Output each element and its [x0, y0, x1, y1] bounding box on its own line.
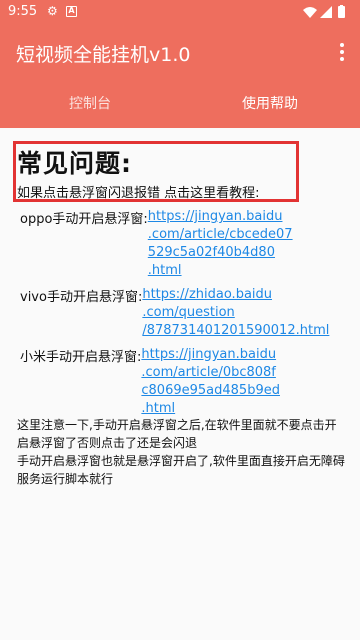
list-item-oppo: oppo手动开启悬浮窗: https://jingyan.baidu .com/… [20, 208, 293, 280]
battery-icon [338, 6, 345, 18]
a-box-icon: A [66, 6, 77, 17]
status-time: 9:55 [8, 4, 38, 19]
xiaomi-label: 小米手动开启悬浮窗: [20, 350, 142, 365]
note-2: 手动开启悬浮窗也就是悬浮窗开启了,软件里面直接开启无障碍服务运行脚本就行 [17, 454, 345, 486]
xiaomi-link[interactable]: https://jingyan.baidu .com/article/0bc80… [141, 346, 280, 418]
app-title: 短视频全能挂机v1.0 [16, 44, 191, 66]
list-item-xiaomi: 小米手动开启悬浮窗: https://jingyan.baidu .com/ar… [20, 346, 280, 418]
more-vert-icon[interactable] [340, 43, 344, 61]
help-content: 常见问题: 如果点击悬浮窗闪退报错 点击这里看教程: oppo手动开启悬浮窗: … [0, 128, 360, 640]
app-bar: 短视频全能挂机v1.0 [0, 24, 360, 80]
faq-subheading: 如果点击悬浮窗闪退报错 点击这里看教程: [17, 186, 260, 201]
oppo-link[interactable]: https://jingyan.baidu .com/article/cbced… [148, 208, 293, 280]
settings-icon: ⚙ [47, 4, 58, 18]
vivo-link[interactable]: https://zhidao.baidu .com/question /8787… [142, 286, 329, 340]
note-1: 这里注意一下,手动开启悬浮窗之后,在软件里面就不要点击开启悬浮窗了否则点击了还是… [17, 418, 337, 450]
vivo-label: vivo手动开启悬浮窗: [20, 290, 143, 305]
tab-bar: 控制台 使用帮助 [0, 80, 360, 128]
oppo-label: oppo手动开启悬浮窗: [20, 212, 148, 227]
status-bar: 9:55 ⚙ A [0, 0, 360, 24]
faq-heading: 常见问题: [17, 149, 132, 178]
signal-icon [320, 6, 332, 18]
tab-help[interactable]: 使用帮助 [180, 80, 360, 128]
notes: 这里注意一下,手动开启悬浮窗之后,在软件里面就不要点击开启悬浮窗了否则点击了还是… [17, 416, 347, 488]
tab-console[interactable]: 控制台 [0, 80, 180, 128]
status-icons [303, 5, 345, 18]
list-item-vivo: vivo手动开启悬浮窗: https://zhidao.baidu .com/q… [20, 286, 329, 340]
wifi-icon [303, 7, 317, 18]
